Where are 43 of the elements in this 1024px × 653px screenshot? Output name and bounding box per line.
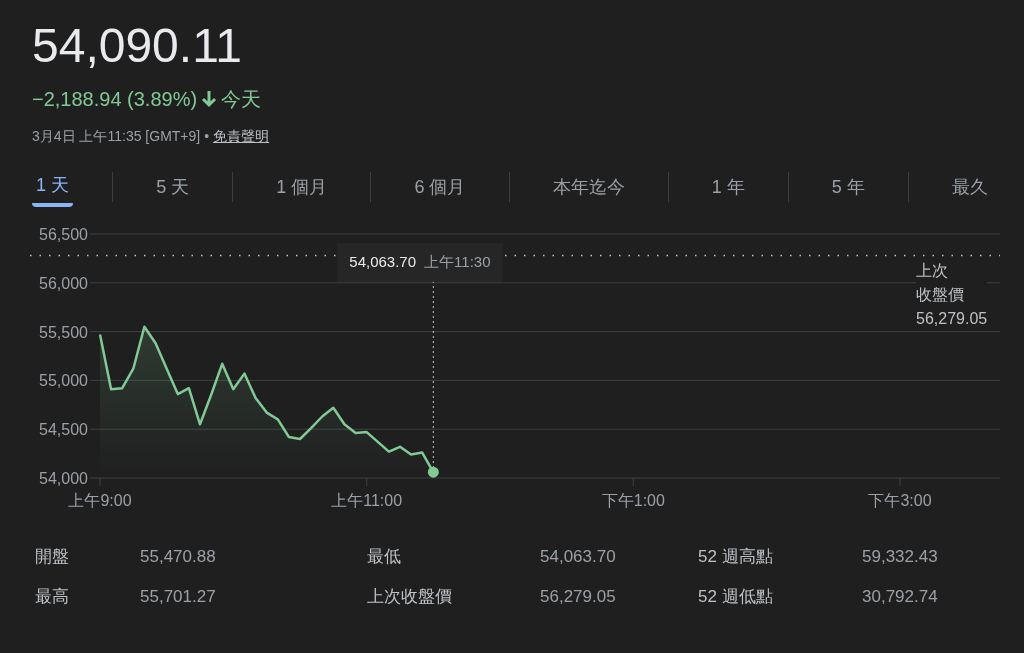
previous-close-value: 56,279.05 — [916, 309, 988, 329]
y-axis-label: 56,500 — [39, 226, 88, 243]
range-tab[interactable]: 最久 — [947, 167, 992, 207]
range-tab[interactable]: 1 個月 — [272, 167, 332, 207]
range-tab[interactable]: 5 天 — [152, 167, 194, 207]
stat-value: 30,792.74 — [862, 585, 939, 608]
x-axis-label: 上午11:00 — [331, 492, 403, 509]
y-axis-label: 54,000 — [39, 470, 88, 487]
range-tab[interactable]: 本年迄今 — [548, 167, 629, 207]
y-axis-label: 55,500 — [39, 323, 88, 341]
disclaimer-link[interactable]: 免責聲明 — [213, 126, 270, 147]
range-tab[interactable]: 1 天 — [32, 167, 73, 207]
stat-value: 55,470.88 — [140, 546, 217, 568]
x-axis-label: 下午1:00 — [601, 492, 665, 509]
stat-value: 54,063.70 — [540, 546, 617, 568]
stat-label: 最高 — [35, 585, 70, 608]
stat-label: 上次收盤價 — [367, 585, 453, 608]
stat-label: 52 週高點 — [698, 546, 774, 568]
tooltip-time: 上午11:30 — [424, 252, 491, 272]
price: 54,090.11 — [32, 18, 243, 74]
stat-label: 最低 — [367, 546, 402, 568]
stat-value: 56,279.05 — [540, 585, 617, 608]
stat-value: 59,332.43 — [862, 546, 939, 568]
range-tab[interactable]: 1 年 — [707, 167, 749, 207]
period-label: 今天 — [221, 87, 262, 112]
price-change: −2,188.94 (3.89%) — [32, 87, 198, 112]
down-arrow-icon — [201, 90, 218, 108]
price-point — [427, 466, 439, 478]
timestamp: 3月4日 上午11:35 [GMT+9] — [32, 127, 201, 146]
range-tab[interactable]: 6 個月 — [410, 167, 470, 207]
separator: • — [204, 127, 210, 146]
x-axis-label: 下午3:00 — [868, 492, 932, 509]
previous-close-label: 收盤價 — [916, 285, 965, 305]
stat-label: 開盤 — [35, 546, 70, 568]
stat-label: 52 週低點 — [698, 585, 774, 608]
y-axis-label: 54,500 — [39, 421, 88, 439]
y-axis-label: 56,000 — [39, 274, 88, 292]
stat-value: 55,701.27 — [140, 585, 217, 608]
previous-close-label: 上次 — [916, 261, 949, 281]
tooltip-value: 54,063.70 — [349, 252, 417, 272]
x-axis-label: 上午9:00 — [68, 492, 132, 509]
range-tab[interactable]: 5 年 — [827, 167, 869, 207]
y-axis-label: 55,000 — [39, 372, 88, 390]
